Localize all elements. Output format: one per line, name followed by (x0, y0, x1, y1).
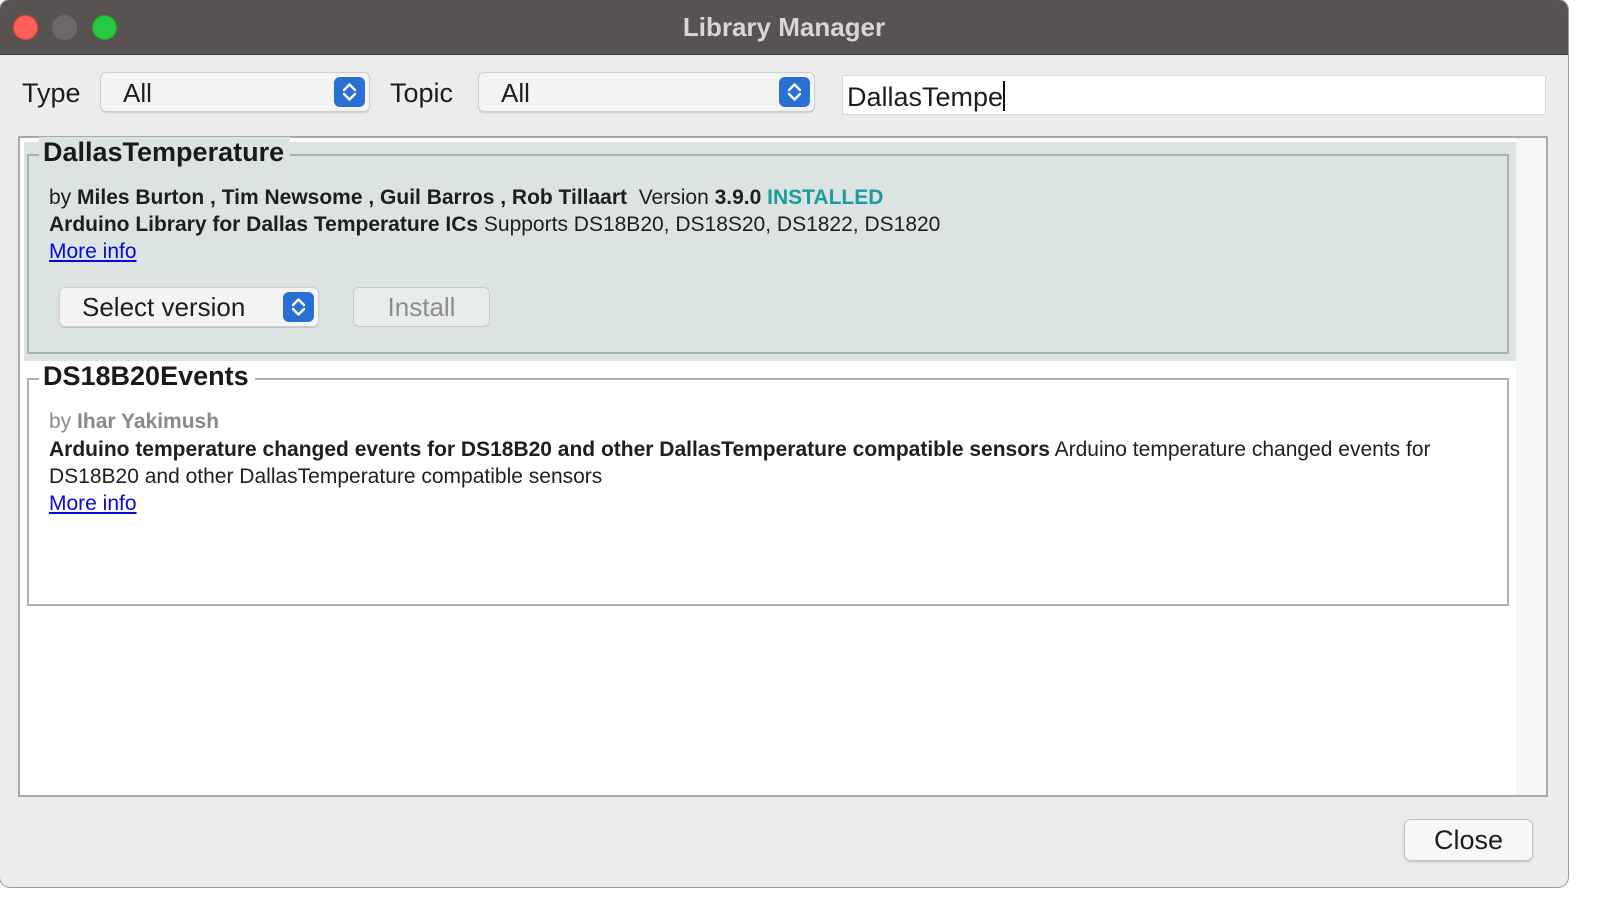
search-input-value: DallasTempe (847, 82, 1004, 112)
version-label: Version (638, 186, 709, 209)
topic-select[interactable]: All (478, 72, 815, 112)
chevron-up-down-icon (779, 77, 810, 107)
type-select[interactable]: All (100, 72, 370, 112)
library-manager-window: Library Manager Type All Topic All Dalla… (0, 0, 1568, 887)
library-version: 3.9.0 (714, 186, 762, 209)
select-version-dropdown[interactable]: Select version (59, 287, 319, 327)
chevron-up-down-icon (334, 77, 365, 107)
library-summary: Arduino Library for Dallas Temperature I… (49, 213, 479, 236)
library-item-dallastemperature[interactable]: DallasTemperature by Miles Burton , Tim … (27, 137, 1509, 354)
by-label: by (49, 410, 72, 433)
install-button[interactable]: Install (353, 287, 490, 327)
library-item-ds18b20events[interactable]: DS18B20Events by Ihar Yakimush Arduino t… (27, 361, 1509, 606)
library-name: DS18B20Events (39, 361, 255, 392)
library-author-line: by Miles Burton , Tim Newsome , Guil Bar… (49, 186, 883, 210)
library-authors: Ihar Yakimush (77, 410, 220, 433)
type-select-value: All (123, 78, 152, 108)
library-author-line: by Ihar Yakimush (49, 410, 219, 434)
scrollbar-track[interactable] (1516, 138, 1546, 795)
library-name: DallasTemperature (39, 137, 291, 168)
title-bar: Library Manager (0, 0, 1568, 55)
select-version-label: Select version (82, 292, 246, 322)
text-caret (1003, 81, 1006, 111)
library-authors: Miles Burton , Tim Newsome , Guil Barros… (77, 186, 628, 209)
by-label: by (49, 186, 72, 209)
chevron-up-down-icon (283, 292, 314, 322)
topic-select-value: All (501, 78, 530, 108)
more-info-link[interactable]: More info (49, 240, 137, 263)
library-list[interactable]: DallasTemperature by Miles Burton , Tim … (18, 136, 1548, 797)
installed-badge: INSTALLED (767, 186, 884, 209)
type-label: Type (22, 78, 81, 108)
topic-label: Topic (390, 78, 454, 108)
search-input[interactable]: DallasTempe (842, 75, 1546, 115)
close-button[interactable]: Close (1404, 819, 1533, 861)
library-description: Supports DS18B20, DS18S20, DS1822, DS182… (483, 213, 941, 236)
library-summary: Arduino temperature changed events for D… (49, 438, 1050, 461)
window-title: Library Manager (682, 12, 886, 42)
library-description-line: Arduino temperature changed events for D… (49, 436, 1484, 490)
more-info-link[interactable]: More info (49, 492, 137, 515)
library-description-line: Arduino Library for Dallas Temperature I… (49, 213, 940, 237)
